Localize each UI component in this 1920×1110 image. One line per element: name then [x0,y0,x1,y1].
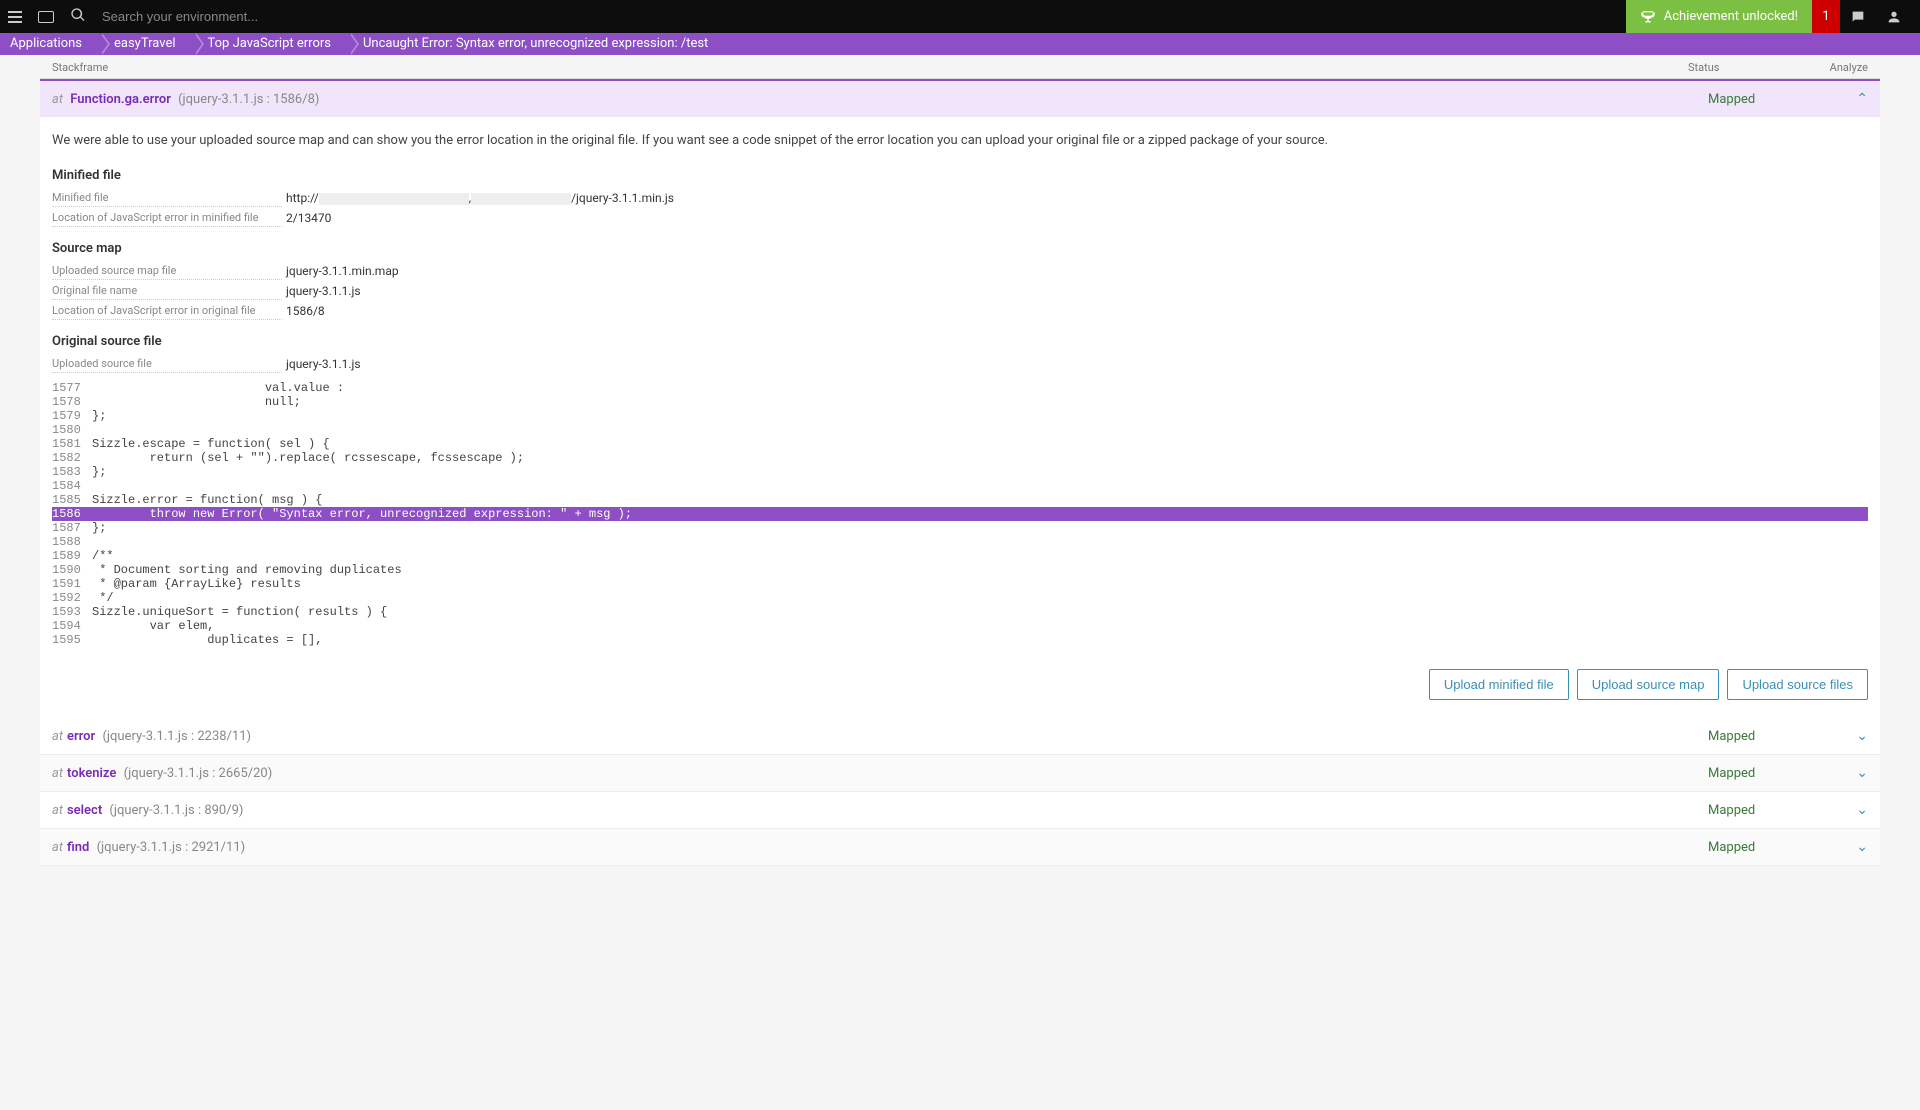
fn-location: (jquery-3.1.1.js : 2238/11) [99,729,251,744]
trophy-icon [1640,9,1656,25]
status-badge: Mapped [1708,729,1828,744]
stackframe-row[interactable]: aterror (jquery-3.1.1.js : 2238/11) Mappe… [40,718,1880,755]
search-icon[interactable] [70,7,86,27]
col-analyze: Analyze [1808,61,1868,74]
kv-val: jquery-3.1.1.js [282,284,361,300]
at-label: at [52,803,63,818]
stackframe-detail: We were able to use your uploaded source… [40,117,1880,718]
code-line: 1593Sizzle.uniqueSort = function( result… [52,605,1868,619]
code-line: 1590 * Document sorting and removing dup… [52,563,1868,577]
chevron-down-icon[interactable]: ⌄ [1856,728,1868,744]
section-minified: Minified file [52,168,1868,183]
at-label: at [52,92,63,107]
stackframe-row[interactable]: at select (jquery-3.1.1.js : 890/9) Mapped… [40,792,1880,829]
dashboard-icon[interactable] [38,11,54,23]
code-line: 1577 val.value : [52,381,1868,395]
status-badge: Mapped [1708,803,1828,818]
code-line: 1595 duplicates = [], [52,633,1868,647]
kv-key: Location of JavaScript error in minified… [52,211,282,227]
code-line: 1586 throw new Error( "Syntax error, unr… [52,507,1868,521]
kv-val: http://,/jquery-3.1.1.min.js [282,191,674,207]
section-original: Original source file [52,334,1868,349]
fn-name: Function.ga.error [70,92,171,107]
redacted [471,193,571,205]
source-code-block: 1577 val.value :1578 null;1579};15801581… [52,381,1868,647]
chevron-up-icon[interactable]: ⌃ [1856,91,1868,107]
code-line: 1587}; [52,521,1868,535]
code-line: 1581Sizzle.escape = function( sel ) { [52,437,1868,451]
kv-key: Original file name [52,284,282,300]
status-badge: Mapped [1708,92,1828,107]
upload-source-button[interactable]: Upload source files [1727,669,1868,700]
fn-name: error [67,729,95,744]
breadcrumb: Applications easyTravel Top JavaScript e… [0,33,1920,55]
stackframe-table-head: Stackframe Status Analyze [40,55,1880,79]
code-line: 1580 [52,423,1868,437]
kv-key: Uploaded source map file [52,264,282,280]
crumb-errors[interactable]: Top JavaScript errors [194,33,349,55]
kv-val: jquery-3.1.1.min.map [282,264,399,280]
fn-location: (jquery-3.1.1.js : 2665/20) [120,766,272,781]
kv-val: 2/13470 [282,211,331,227]
fn-location: (jquery-3.1.1.js : 890/9) [106,803,243,818]
user-icon[interactable] [1876,0,1912,33]
kv-key: Minified file [52,191,282,207]
kv-key: Location of JavaScript error in original… [52,304,282,320]
code-line: 1592 */ [52,591,1868,605]
section-sourcemap: Source map [52,241,1868,256]
upload-minified-button[interactable]: Upload minified file [1429,669,1569,700]
achievement-banner[interactable]: Achievement unlocked! [1626,0,1812,33]
topbar: Achievement unlocked! 1 [0,0,1920,33]
upload-sourcemap-button[interactable]: Upload source map [1577,669,1720,700]
chevron-down-icon[interactable]: ⌄ [1856,765,1868,781]
crumb-current: Uncaught Error: Syntax error, unrecogniz… [349,33,726,55]
code-line: 1584 [52,479,1868,493]
kv-key: Uploaded source file [52,357,282,373]
stackframe-row-expanded[interactable]: at Function.ga.error (jquery-3.1.1.js : … [40,79,1880,117]
status-badge: Mapped [1708,840,1828,855]
chevron-down-icon[interactable]: ⌄ [1856,802,1868,818]
stackframe-row[interactable]: at tokenize (jquery-3.1.1.js : 2665/20) Ma… [40,755,1880,792]
col-status: Status [1688,61,1808,74]
intro-text: We were able to use your uploaded source… [52,133,1868,148]
at-label: at [52,729,63,744]
redacted [319,193,469,205]
menu-icon[interactable] [8,11,22,23]
col-stackframe: Stackframe [52,61,1688,74]
achievement-label: Achievement unlocked! [1664,9,1798,24]
fn-name: find [67,840,89,855]
at-label: at [52,840,63,855]
status-badge: Mapped [1708,766,1828,781]
search-input[interactable] [102,9,402,24]
chevron-down-icon[interactable]: ⌄ [1856,839,1868,855]
code-line: 1589/** [52,549,1868,563]
code-line: 1583}; [52,465,1868,479]
fn-location: (jquery-3.1.1.js : 2921/11) [93,840,245,855]
code-line: 1582 return (sel + "").replace( rcssesca… [52,451,1868,465]
kv-val: 1586/8 [282,304,325,320]
code-line: 1588 [52,535,1868,549]
at-label: at [52,766,63,781]
code-line: 1594 var elem, [52,619,1868,633]
crumb-app[interactable]: easyTravel [100,33,194,55]
code-line: 1585Sizzle.error = function( msg ) { [52,493,1868,507]
crumb-applications[interactable]: Applications [0,33,100,55]
fn-name: select [67,803,102,818]
code-line: 1579}; [52,409,1868,423]
notification-count[interactable]: 1 [1812,0,1840,33]
code-line: 1578 null; [52,395,1868,409]
fn-location: (jquery-3.1.1.js : 1586/8) [178,92,319,107]
kv-val: jquery-3.1.1.js [282,357,361,373]
fn-name: tokenize [67,766,116,781]
code-line: 1591 * @param {ArrayLike} results [52,577,1868,591]
stackframe-row[interactable]: atfind (jquery-3.1.1.js : 2921/11) Mapped… [40,829,1880,866]
chat-icon[interactable] [1840,0,1876,33]
